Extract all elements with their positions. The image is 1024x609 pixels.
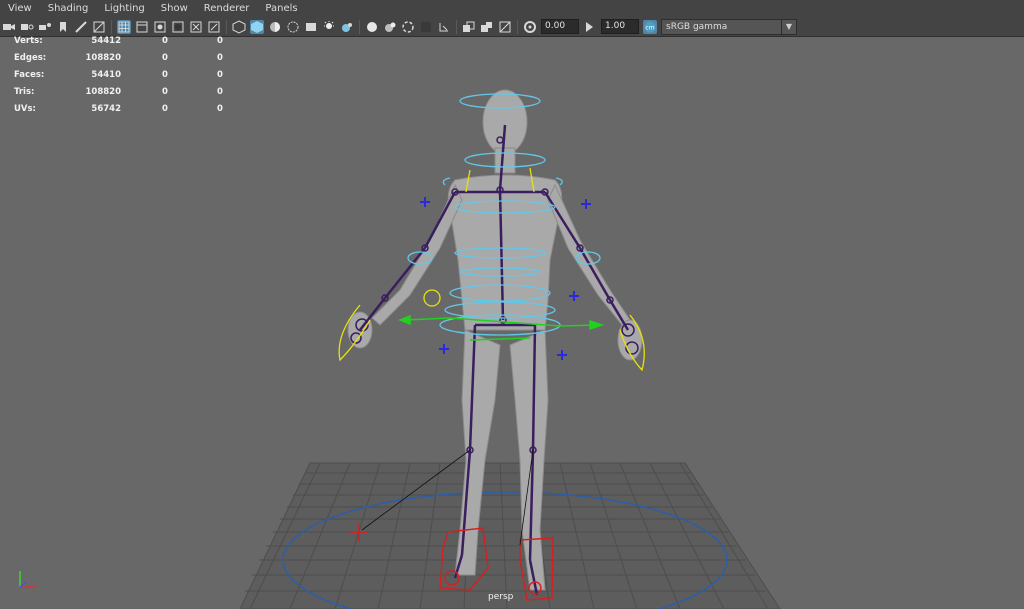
- perspective-viewport[interactable]: [0, 37, 1024, 609]
- hud-value-selected: 0: [162, 53, 168, 63]
- menu-show[interactable]: Show: [153, 0, 196, 17]
- wireframe-icon[interactable]: [171, 20, 185, 34]
- toolbar-separator: [226, 19, 227, 34]
- color-management-icon[interactable]: [480, 20, 494, 34]
- safe-action-icon[interactable]: [153, 20, 167, 34]
- ambient-occlusion-icon[interactable]: [286, 20, 300, 34]
- hud-row-faces: Faces: 54410 0 0: [14, 70, 234, 87]
- resolution-gate-icon[interactable]: [92, 20, 106, 34]
- hud-value: 108820: [85, 53, 122, 63]
- hud-value-component: 0: [217, 53, 223, 63]
- default-material-icon[interactable]: [207, 20, 221, 34]
- smooth-shade-icon[interactable]: [189, 20, 203, 34]
- panel-menubar: View Shading Lighting Show Renderer Pane…: [0, 0, 1024, 17]
- exposure-icon[interactable]: [437, 20, 451, 34]
- xray-icon[interactable]: [383, 20, 397, 34]
- textures-icon[interactable]: [232, 19, 246, 34]
- toolbar-separator: [359, 19, 360, 34]
- hud-value: 54412: [91, 36, 121, 46]
- hud-value: 108820: [85, 87, 122, 97]
- toolbar-separator: [456, 19, 457, 34]
- view-transform-value: sRGB gamma: [666, 21, 728, 32]
- film-gate-icon[interactable]: [74, 20, 88, 34]
- hud-value-component: 0: [217, 87, 223, 97]
- menu-renderer[interactable]: Renderer: [196, 0, 258, 17]
- toolbar-separator: [111, 19, 112, 34]
- exposure-field[interactable]: 0.00: [541, 19, 579, 34]
- camera-name-label: persp: [488, 592, 514, 602]
- panel-toolbar: 0.00 1.00 cm sRGB gamma ▼: [0, 17, 1024, 37]
- view-transform-dropdown[interactable]: sRGB gamma ▼: [661, 18, 797, 35]
- gamma-icon[interactable]: [462, 20, 476, 34]
- hud-value-component: 0: [217, 70, 223, 80]
- camera-attribute-icon[interactable]: [20, 20, 34, 34]
- hud-value: 54410: [91, 70, 121, 80]
- menu-shading[interactable]: Shading: [40, 0, 97, 17]
- hud-row-tris: Tris: 108820 0 0: [14, 87, 234, 104]
- lights-icon[interactable]: [250, 19, 264, 34]
- isolate-select-icon[interactable]: [365, 20, 379, 34]
- hud-value-selected: 0: [162, 104, 168, 114]
- ground-grid: [239, 462, 781, 609]
- camera-icon[interactable]: [2, 20, 16, 34]
- svg-text:cm: cm: [645, 24, 654, 31]
- depth-of-field-icon[interactable]: [340, 20, 354, 34]
- image-plane-icon[interactable]: [56, 20, 70, 34]
- view-transform-icon[interactable]: [498, 20, 512, 34]
- color-management-toggle-icon[interactable]: cm: [643, 19, 657, 34]
- menu-view[interactable]: View: [0, 0, 40, 17]
- chevron-down-icon[interactable]: ▼: [781, 19, 796, 34]
- hud-label: UVs:: [14, 104, 36, 114]
- hud-row-uvs: UVs: 56742 0 0: [14, 104, 234, 121]
- grid-icon[interactable]: [117, 19, 131, 34]
- anti-aliasing-icon[interactable]: [322, 20, 336, 34]
- shadows-icon[interactable]: [268, 20, 282, 34]
- hud-label: Edges:: [14, 53, 47, 63]
- bookmark-icon[interactable]: [38, 20, 52, 34]
- hud-label: Faces:: [14, 70, 45, 80]
- hud-row-edges: Edges: 108820 0 0: [14, 53, 234, 70]
- hud-value-selected: 0: [162, 36, 168, 46]
- hud-label: Verts:: [14, 36, 43, 46]
- gamma-field[interactable]: 1.00: [601, 19, 639, 34]
- field-chart-icon[interactable]: [135, 20, 149, 34]
- motion-blur-icon[interactable]: [304, 20, 318, 34]
- xray-joints-icon[interactable]: [401, 20, 415, 34]
- hud-label: Tris:: [14, 87, 35, 97]
- hud-value-selected: 0: [162, 87, 168, 97]
- exposure-toggle-icon[interactable]: [523, 20, 537, 34]
- view-axis-icon: [19, 571, 36, 588]
- hud-value-component: 0: [217, 104, 223, 114]
- hud-value-component: 0: [217, 36, 223, 46]
- toolbar-separator: [517, 19, 518, 34]
- hud-value-selected: 0: [162, 70, 168, 80]
- menu-lighting[interactable]: Lighting: [96, 0, 152, 17]
- backface-icon[interactable]: [419, 20, 433, 34]
- gamma-toggle-icon[interactable]: [583, 20, 597, 34]
- menu-panels[interactable]: Panels: [257, 0, 305, 17]
- poly-count-hud: Verts: 54412 0 0 Edges: 108820 0 0 Faces…: [14, 36, 234, 121]
- hud-value: 56742: [91, 104, 121, 114]
- hud-row-verts: Verts: 54412 0 0: [14, 36, 234, 53]
